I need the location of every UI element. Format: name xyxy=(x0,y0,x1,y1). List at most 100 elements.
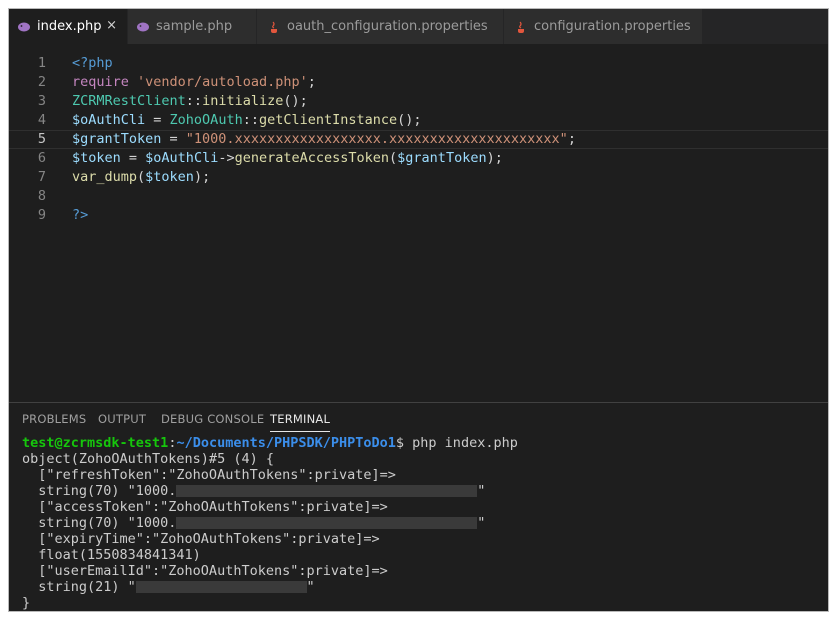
bottom-panel: PROBLEMS OUTPUT DEBUG CONSOLE TERMINAL t… xyxy=(9,402,828,611)
terminal-line: ["refreshToken":"ZohoOAuthTokens":privat… xyxy=(22,467,518,483)
panel-tab-problems[interactable]: PROBLEMS xyxy=(22,412,86,426)
terminal-text: ["accessToken":"ZohoOAuthTokens":private… xyxy=(22,499,388,515)
line-number: 8 xyxy=(37,188,46,204)
prompt-user: test@zcrmsdk-test1 xyxy=(22,435,169,451)
tab-index-php[interactable]: index.php × xyxy=(9,9,127,44)
php-elephant-icon xyxy=(136,20,150,34)
code-text: <?php xyxy=(72,54,113,73)
terminal-text: object(ZohoOAuthTokens)#5 (4) { xyxy=(22,451,274,467)
code-token: ; xyxy=(307,74,316,90)
terminal-text: string(70) "1000. xyxy=(22,515,177,531)
code-token: 'vendor/autoload.php' xyxy=(137,74,308,90)
terminal-text: } xyxy=(22,595,31,611)
code-token: generateAccessToken xyxy=(234,150,390,166)
redacted-value xyxy=(176,485,478,497)
code-token: (); xyxy=(397,112,422,128)
terminal-output[interactable]: test@zcrmsdk-test1:~/Documents/PHPSDK/PH… xyxy=(22,435,518,611)
code-line[interactable]: 8 xyxy=(9,187,828,206)
code-line[interactable]: 6 $token = $oAuthCli->generateAccessToken… xyxy=(9,149,828,168)
code-text: $grantToken = "1000.xxxxxxxxxxxxxxxxxx.x… xyxy=(72,130,576,149)
line-number: 4 xyxy=(37,112,46,128)
code-token: ; xyxy=(567,131,576,147)
terminal-text-tail: " xyxy=(306,579,315,595)
prompt-path: ~/Documents/PHPSDK/PHPToDo1 xyxy=(176,435,396,451)
panel-tab-terminal[interactable]: TERMINAL xyxy=(270,412,331,432)
tab-oauth-configuration[interactable]: oauth_configuration.properties xyxy=(257,9,503,44)
code-token: ( xyxy=(389,150,398,166)
line-number: 9 xyxy=(37,207,46,223)
terminal-line: string(70) "1000. " xyxy=(22,483,518,499)
code-line[interactable]: 2 require 'vendor/autoload.php'; xyxy=(9,73,828,92)
code-token: = xyxy=(161,131,186,147)
terminal-text: ["refreshToken":"ZohoOAuthTokens":privat… xyxy=(22,467,396,483)
terminal-text-tail: " xyxy=(477,515,486,531)
terminal-line: float(1550834841341) xyxy=(22,547,518,563)
terminal-line: } xyxy=(22,595,518,611)
code-token: getClientInstance xyxy=(258,112,398,128)
code-token: "1000.xxxxxxxxxxxxxxxxxx.xxxxxxxxxxxxxxx… xyxy=(185,131,568,147)
code-line[interactable]: 1 <?php xyxy=(9,54,828,73)
terminal-line: object(ZohoOAuthTokens)#5 (4) { xyxy=(22,451,518,467)
code-text: require 'vendor/autoload.php'; xyxy=(72,73,316,92)
terminal-text-tail: " xyxy=(477,483,486,499)
code-line[interactable]: 9 ?> xyxy=(9,206,828,225)
tab-label: configuration.properties xyxy=(534,19,691,34)
code-token: $grantToken xyxy=(397,150,487,166)
terminal-command: php index.php xyxy=(412,435,518,451)
code-token: ZohoOAuth xyxy=(169,112,243,128)
terminal-line: string(21) " " xyxy=(22,579,518,595)
code-token: $token xyxy=(145,169,194,185)
code-line[interactable]: 7 var_dump($token); xyxy=(9,168,828,187)
tab-configuration[interactable]: configuration.properties xyxy=(504,9,702,44)
line-number: 3 xyxy=(37,93,46,109)
code-token: = xyxy=(145,112,170,128)
redacted-value xyxy=(135,581,307,593)
code-token: require xyxy=(72,74,129,90)
code-editor[interactable]: 1 <?php 2 require 'vendor/autoload.php'; 3 ZC… xyxy=(9,44,828,402)
java-icon xyxy=(514,20,528,34)
code-token: (); xyxy=(283,93,308,109)
terminal-text: ["expiryTime":"ZohoOAuthTokens":private]… xyxy=(22,531,380,547)
editor-tab-bar: index.php × sample.php oauth_configurati… xyxy=(9,9,828,44)
terminal-line: string(70) "1000. " xyxy=(22,515,518,531)
code-token: ); xyxy=(486,150,503,166)
line-number: 2 xyxy=(37,74,46,90)
code-token: $oAuthCli xyxy=(72,112,146,128)
java-icon xyxy=(267,20,281,34)
terminal-text: string(70) "1000. xyxy=(22,483,177,499)
code-line[interactable]: 3 ZCRMRestClient::initialize(); xyxy=(9,92,828,111)
redacted-value xyxy=(176,517,478,529)
code-text: ?> xyxy=(72,206,88,225)
tab-sample-php[interactable]: sample.php xyxy=(128,9,256,44)
code-token: :: xyxy=(185,93,203,109)
terminal-text: ["userEmailId":"ZohoOAuthTokens":private… xyxy=(22,563,388,579)
terminal-line: ["expiryTime":"ZohoOAuthTokens":private]… xyxy=(22,531,518,547)
panel-tab-output[interactable]: OUTPUT xyxy=(98,412,146,426)
tab-label: index.php xyxy=(37,19,102,34)
code-line[interactable]: 4 $oAuthCli = ZohoOAuth::getClientInstanc… xyxy=(9,111,828,130)
code-token: $grantToken xyxy=(72,131,162,147)
code-token: ?> xyxy=(72,207,89,223)
code-text: var_dump($token); xyxy=(72,168,210,187)
line-number: 5 xyxy=(37,131,46,147)
close-icon[interactable]: × xyxy=(106,18,117,33)
tab-label: oauth_configuration.properties xyxy=(287,19,488,34)
code-token: var_dump xyxy=(72,169,138,185)
terminal-line: ["accessToken":"ZohoOAuthTokens":private… xyxy=(22,499,518,515)
code-token: $oAuthCli xyxy=(145,150,219,166)
terminal-text: float(1550834841341) xyxy=(22,547,201,563)
code-line[interactable]: 5 $grantToken = "1000.xxxxxxxxxxxxxxxxxx.… xyxy=(9,130,828,149)
code-text: ZCRMRestClient::initialize(); xyxy=(72,92,308,111)
code-token: = xyxy=(120,150,146,166)
terminal-prompt-line: test@zcrmsdk-test1:~/Documents/PHPSDK/PH… xyxy=(22,435,518,451)
code-token: ( xyxy=(137,169,146,185)
line-number: 6 xyxy=(37,150,46,166)
panel-tab-debug-console[interactable]: DEBUG CONSOLE xyxy=(161,412,264,426)
code-text: $oAuthCli = ZohoOAuth::getClientInstance… xyxy=(72,111,422,130)
code-token: ); xyxy=(193,169,211,185)
code-token: $token xyxy=(72,150,121,166)
code-text: $token = $oAuthCli->generateAccessToken(… xyxy=(72,149,503,168)
line-number: 7 xyxy=(37,169,46,185)
code-token: <?php xyxy=(72,55,113,71)
